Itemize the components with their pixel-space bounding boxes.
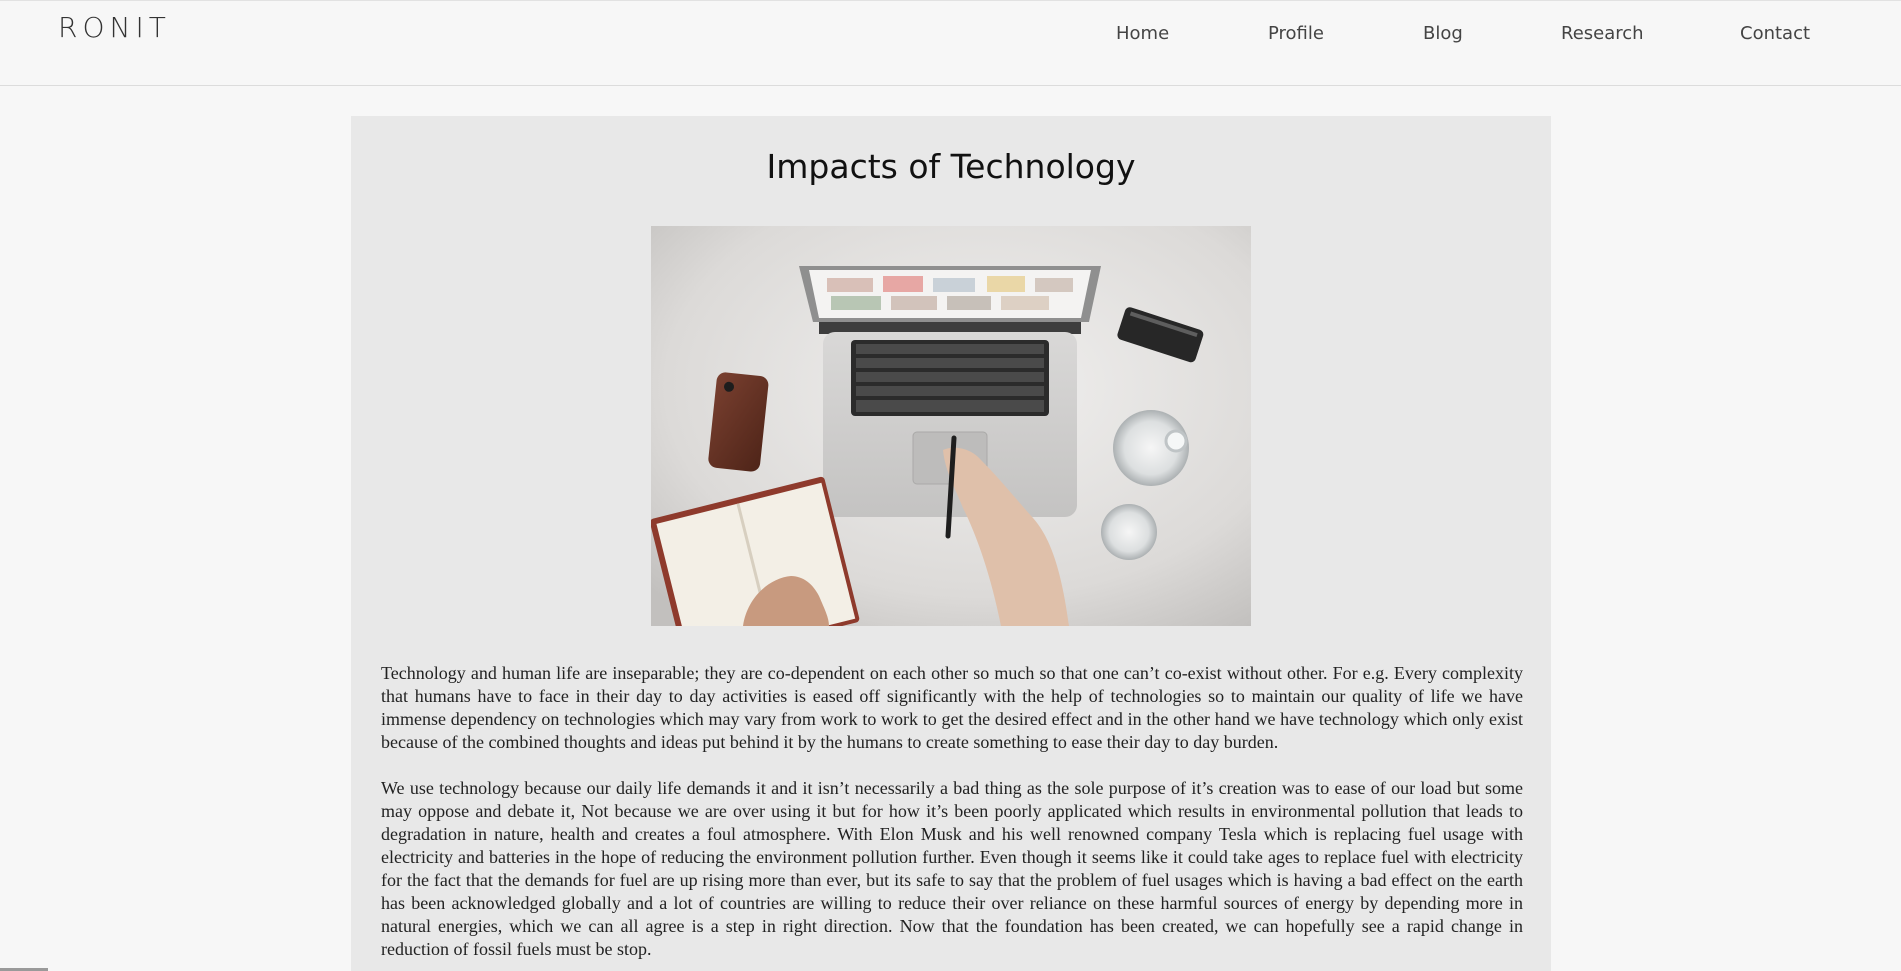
article-card: Impacts of Technology Technology and hum… [351,116,1551,971]
site-logo[interactable]: RONIT [58,11,171,45]
nav-research[interactable]: Research [1561,22,1644,46]
site-header: RONIT Home Profile Blog Research Contact [0,1,1901,86]
article-paragraph-1: Technology and human life are inseparabl… [381,663,1523,752]
hero-image [651,226,1251,626]
article-title: Impacts of Technology [766,147,1136,186]
article-body: Technology and human life are inseparabl… [381,662,1523,971]
nav-blog[interactable]: Blog [1423,22,1463,46]
nav-contact[interactable]: Contact [1740,22,1810,46]
nav-profile[interactable]: Profile [1268,22,1324,46]
nav-home[interactable]: Home [1116,22,1169,46]
article-paragraph-2: We use technology because our daily life… [381,778,1523,959]
